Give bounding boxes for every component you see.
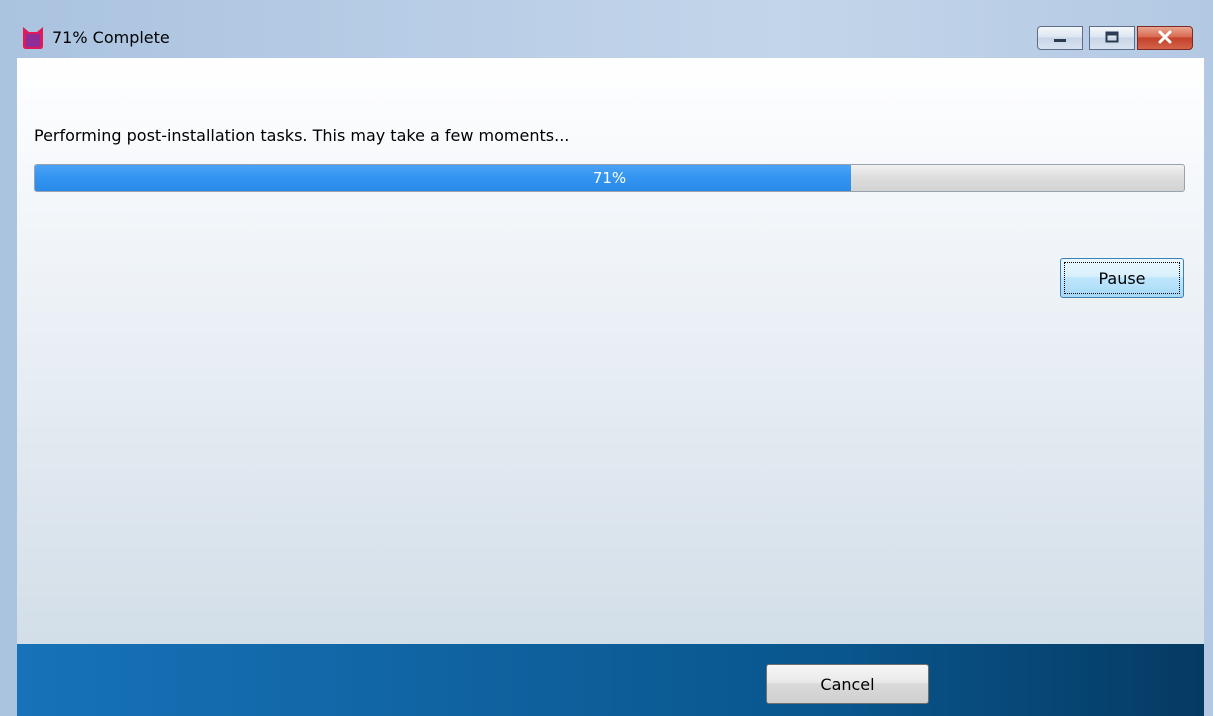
progress-label: 71%: [592, 169, 627, 187]
focus-ring: [1064, 262, 1180, 294]
installer-window: 71% Complete Performing post-installatio…: [0, 0, 1213, 716]
maximize-icon: [1105, 31, 1119, 46]
progress-bar: 71%: [34, 164, 1185, 192]
minimize-icon: [1053, 31, 1067, 46]
footer-bar: Cancel: [17, 644, 1204, 716]
maximize-button[interactable]: [1089, 26, 1135, 50]
pause-button[interactable]: Pause: [1060, 258, 1184, 298]
minimize-button[interactable]: [1037, 26, 1083, 50]
cancel-button[interactable]: Cancel: [766, 664, 929, 704]
close-button[interactable]: [1137, 26, 1193, 50]
window-title: 71% Complete: [52, 28, 170, 47]
title-bar[interactable]: 71% Complete: [0, 0, 1213, 58]
status-message: Performing post-installation tasks. This…: [34, 126, 570, 145]
client-area: Performing post-installation tasks. This…: [17, 58, 1204, 644]
cat-head-icon: [21, 26, 45, 50]
close-icon: [1157, 30, 1173, 47]
